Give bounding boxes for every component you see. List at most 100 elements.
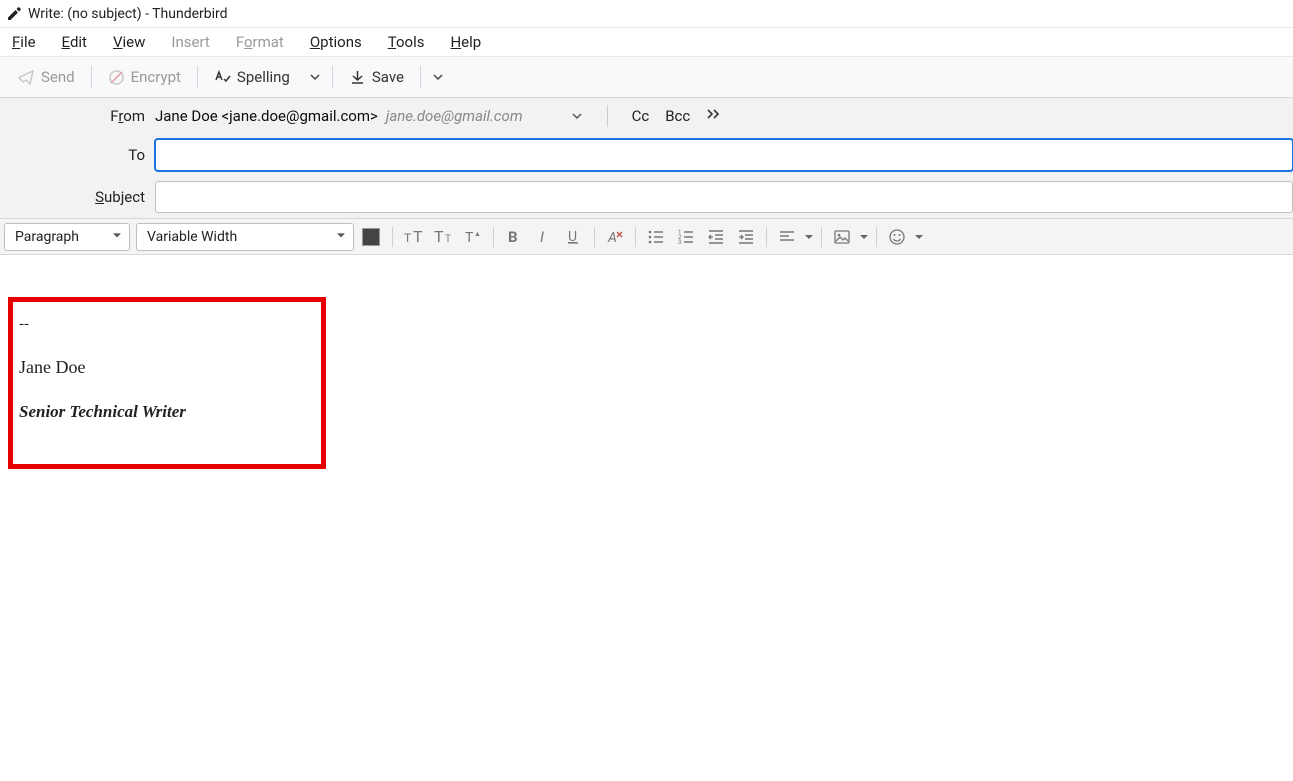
format-toolbar: Paragraph Variable Width TT TT T▲ B I U … <box>0 219 1293 255</box>
to-input[interactable] <box>155 139 1293 171</box>
format-separator <box>876 227 877 247</box>
message-header-area: From Jane Doe <jane.doe@gmail.com> jane.… <box>0 98 1293 219</box>
paragraph-style-select[interactable]: Paragraph <box>4 223 130 251</box>
save-icon <box>349 69 366 86</box>
font-increase-icon: TT <box>403 227 423 247</box>
align-icon <box>778 228 796 246</box>
chevron-down-icon <box>572 111 582 121</box>
insert-image-button[interactable] <box>828 223 856 251</box>
title-bar: Write: (no subject) - Thunderbird <box>0 0 1293 28</box>
caret-down-icon <box>915 233 923 241</box>
align-dropdown[interactable] <box>803 233 815 241</box>
signature-block: -- Jane Doe Senior Technical Writer <box>8 297 326 469</box>
toolbar-separator <box>332 66 333 88</box>
underline-icon: U <box>565 228 583 246</box>
bullet-list-icon <box>647 228 665 246</box>
send-icon <box>18 69 35 86</box>
format-separator <box>493 227 494 247</box>
svg-text:T: T <box>434 227 444 246</box>
outdent-button[interactable] <box>702 223 730 251</box>
menu-edit[interactable]: Edit <box>58 31 91 53</box>
italic-icon: I <box>535 228 553 246</box>
spelling-icon <box>214 69 231 86</box>
toolbar-separator <box>91 66 92 88</box>
font-reset-icon: T▲ <box>463 227 483 247</box>
save-dropdown[interactable] <box>427 62 449 92</box>
save-button[interactable]: Save <box>339 62 414 92</box>
indent-icon <box>737 228 755 246</box>
subject-label: Subject <box>0 188 155 206</box>
image-icon <box>833 228 851 246</box>
emoji-dropdown[interactable] <box>913 233 925 241</box>
signature-separator: -- <box>19 314 313 335</box>
underline-button[interactable]: U <box>560 223 588 251</box>
svg-text:A: A <box>607 230 617 246</box>
menu-help[interactable]: Help <box>446 31 485 53</box>
spelling-button[interactable]: Spelling <box>204 62 300 92</box>
cc-button[interactable]: Cc <box>624 103 658 129</box>
font-family-select[interactable]: Variable Width <box>136 223 354 251</box>
menu-options[interactable]: Options <box>306 31 366 53</box>
from-value: Jane Doe <jane.doe@gmail.com> jane.doe@g… <box>155 107 523 125</box>
from-account: jane.doe@gmail.com <box>386 107 523 125</box>
from-row: From Jane Doe <jane.doe@gmail.com> jane.… <box>0 98 1293 134</box>
signature-name: Jane Doe <box>19 355 313 380</box>
from-identity-dropdown[interactable] <box>563 111 591 121</box>
bold-icon: B <box>505 228 523 246</box>
subject-row: Subject <box>0 176 1293 218</box>
menu-file[interactable]: File <box>8 31 40 53</box>
toolbar-separator <box>420 66 421 88</box>
decrease-font-size-button[interactable]: TT <box>429 223 457 251</box>
format-separator <box>766 227 767 247</box>
remove-formatting-button[interactable]: A <box>601 223 629 251</box>
bullet-list-button[interactable] <box>642 223 670 251</box>
more-recipients-button[interactable] <box>698 104 730 128</box>
message-body[interactable]: -- Jane Doe Senior Technical Writer <box>0 255 1293 555</box>
from-label: From <box>0 107 155 125</box>
svg-text:I: I <box>540 228 544 246</box>
svg-text:▲: ▲ <box>474 230 481 238</box>
toolbar-separator <box>197 66 198 88</box>
caret-down-icon <box>805 233 813 241</box>
chevron-double-right-icon <box>706 108 722 120</box>
separator <box>607 105 608 127</box>
chevron-down-icon <box>310 72 320 82</box>
svg-text:B: B <box>508 228 518 246</box>
reset-font-size-button[interactable]: T▲ <box>459 223 487 251</box>
menu-insert[interactable]: Insert <box>167 31 213 53</box>
encrypt-button[interactable]: Encrypt <box>98 62 191 92</box>
remove-format-icon: A <box>606 228 624 246</box>
number-list-icon: 123 <box>677 228 695 246</box>
svg-text:T: T <box>445 234 451 245</box>
format-separator <box>392 227 393 247</box>
svg-text:T: T <box>465 230 474 246</box>
send-button[interactable]: Send <box>8 62 85 92</box>
text-color-button[interactable] <box>362 228 380 246</box>
menu-view[interactable]: View <box>109 31 149 53</box>
encrypt-icon <box>108 69 125 86</box>
italic-button[interactable]: I <box>530 223 558 251</box>
font-decrease-icon: TT <box>433 227 453 247</box>
main-toolbar: Send Encrypt Spelling Save <box>0 56 1293 98</box>
bold-button[interactable]: B <box>500 223 528 251</box>
caret-down-icon <box>860 233 868 241</box>
numbered-list-button[interactable]: 123 <box>672 223 700 251</box>
menu-format[interactable]: Format <box>232 31 288 53</box>
to-label: To <box>0 146 155 164</box>
insert-image-dropdown[interactable] <box>858 233 870 241</box>
indent-button[interactable] <box>732 223 760 251</box>
format-separator <box>821 227 822 247</box>
svg-text:T: T <box>413 227 423 246</box>
spelling-dropdown[interactable] <box>304 62 326 92</box>
signature-role: Senior Technical Writer <box>19 400 313 424</box>
menu-tools[interactable]: Tools <box>384 31 429 53</box>
emoji-icon <box>888 228 906 246</box>
bcc-button[interactable]: Bcc <box>657 103 698 129</box>
format-separator <box>594 227 595 247</box>
align-button[interactable] <box>773 223 801 251</box>
svg-text:3: 3 <box>678 239 681 246</box>
increase-font-size-button[interactable]: TT <box>399 223 427 251</box>
emoji-button[interactable] <box>883 223 911 251</box>
menu-bar: File Edit View Insert Format Options Too… <box>0 28 1293 56</box>
subject-input[interactable] <box>155 181 1293 213</box>
